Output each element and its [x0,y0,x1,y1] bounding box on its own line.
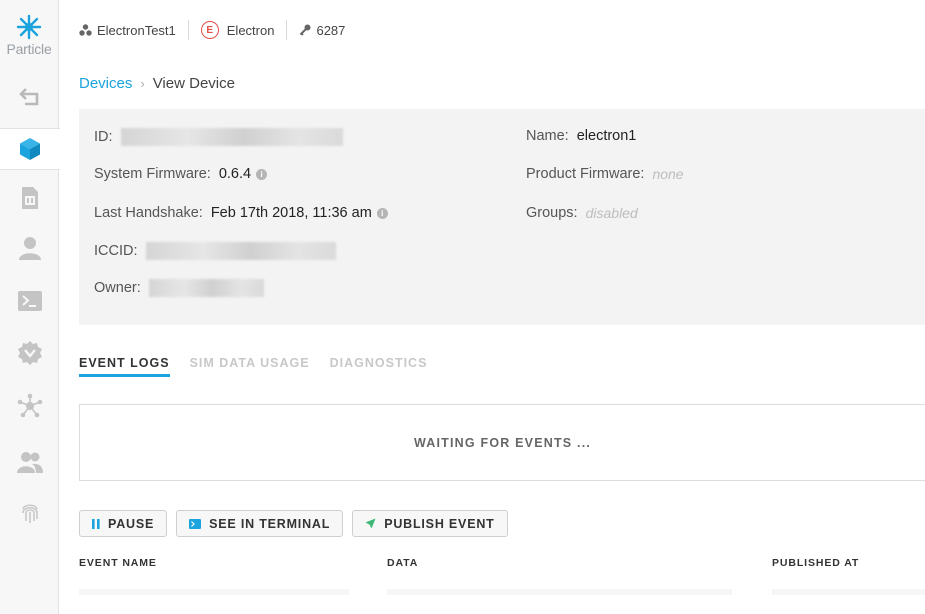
device-name-value[interactable]: electron1 [577,128,637,144]
last-handshake-label: Last Handshake: [94,205,203,221]
cube-icon [20,138,40,160]
product-firmware-field: Product Firmware: none [526,166,684,182]
system-firmware-label: System Firmware: [94,166,211,182]
electron-badge-icon: E [200,21,219,39]
column-header-published-at[interactable]: PUBLISHED AT [772,557,859,569]
column-header-data[interactable]: DATA [387,557,418,569]
pause-button[interactable]: PAUSE [79,510,168,537]
platform-name: Electron [226,22,275,38]
redacted-iccid [145,242,336,260]
see-in-terminal-label: SEE IN TERMINAL [209,516,331,531]
table-row [387,589,732,595]
breadcrumb: Devices › View Device [79,75,235,92]
breadcrumb-devices-link[interactable]: Devices [79,75,132,92]
see-in-terminal-button[interactable]: SEE IN TERMINAL [176,510,344,537]
publish-event-button[interactable]: PUBLISH EVENT [352,510,508,537]
event-stream-box: WAITING FOR EVENTS ... [79,404,925,481]
sidebar: Particle [0,0,60,614]
product-name-item[interactable]: ElectronTest1 [79,23,188,38]
topbar-divider [286,20,288,40]
owner-label: Owner: [94,280,141,296]
product-id-item: 6287 [299,23,357,38]
tab-event-logs[interactable]: EVENT LOGS [79,356,170,377]
sidebar-item-team[interactable] [0,442,59,482]
device-info-panel: ID: System Firmware: 0.6.4 i Last Handsh… [79,109,925,325]
chevron-right-icon: › [140,76,145,91]
last-handshake-field: Last Handshake: Feb 17th 2018, 11:36 am … [94,205,388,221]
groups-value: disabled [585,205,638,221]
redacted-device-id [120,128,343,146]
product-firmware-label: Product Firmware: [526,166,645,182]
product-name: ElectronTest1 [97,22,176,38]
redacted-owner [148,279,264,297]
terminal-icon [189,518,202,529]
groups-field: Groups: disabled [526,205,638,221]
device-name-label: Name: [526,128,569,144]
sidebar-item-sims[interactable] [0,178,59,218]
particle-star-icon [16,14,42,40]
last-handshake-value: Feb 17th 2018, 11:36 am [210,205,372,221]
platform-item: E Electron [200,21,287,39]
sidebar-item-authentication[interactable] [0,493,59,533]
send-icon [365,518,376,529]
breadcrumb-current: View Device [152,75,235,92]
owner-field: Owner: [94,279,264,297]
logo-text: Particle [6,41,52,57]
groups-label: Groups: [526,205,578,221]
particle-logo[interactable]: Particle [0,14,58,57]
column-header-event-name[interactable]: EVENT NAME [79,557,157,569]
system-firmware-field: System Firmware: 0.6.4 i [94,166,268,182]
pause-icon [92,518,100,529]
system-firmware-value: 0.6.4 [218,166,252,182]
tab-diagnostics[interactable]: DIAGNOSTICS [330,356,428,377]
iccid-label: ICCID: [94,243,138,259]
info-icon[interactable]: i [256,168,268,180]
product-topbar: ElectronTest1 E Electron 6287 [79,18,357,42]
sidebar-item-console[interactable] [0,281,59,321]
team-icon [16,452,43,473]
waiting-for-events-text: WAITING FOR EVENTS ... [413,435,592,450]
sidebar-item-devices[interactable] [0,128,60,170]
back-arrow-icon [18,88,38,106]
tab-sim-data-usage[interactable]: SIM DATA USAGE [190,356,310,377]
device-name-field: Name: electron1 [526,128,636,144]
fingerprint-icon [21,504,38,523]
sidebar-item-integrations[interactable] [0,333,59,373]
table-row [79,589,349,595]
user-icon [18,237,41,260]
sim-card-icon [21,187,38,209]
product-id: 6287 [316,22,346,38]
key-icon [300,24,311,36]
terminal-icon [17,291,42,311]
topbar-divider [187,20,189,40]
device-tabs: EVENT LOGS SIM DATA USAGE DIAGNOSTICS [79,356,427,377]
iccid-field: ICCID: [94,242,336,260]
sidebar-item-back[interactable] [0,78,59,118]
integrations-icon [17,341,42,365]
product-firmware-value: none [652,166,684,182]
product-icon [79,24,92,36]
network-icon [17,393,42,418]
device-id-field: ID: [94,128,343,146]
device-id-label: ID: [94,129,113,145]
table-row [772,589,925,595]
publish-event-label: PUBLISH EVENT [384,516,495,531]
event-actions: PAUSE SEE IN TERMINAL PUBLISH EVENT [79,510,508,537]
sidebar-item-customers[interactable] [0,228,59,268]
pause-button-label: PAUSE [108,516,155,531]
sidebar-item-network[interactable] [0,386,59,426]
info-icon[interactable]: i [376,207,388,219]
